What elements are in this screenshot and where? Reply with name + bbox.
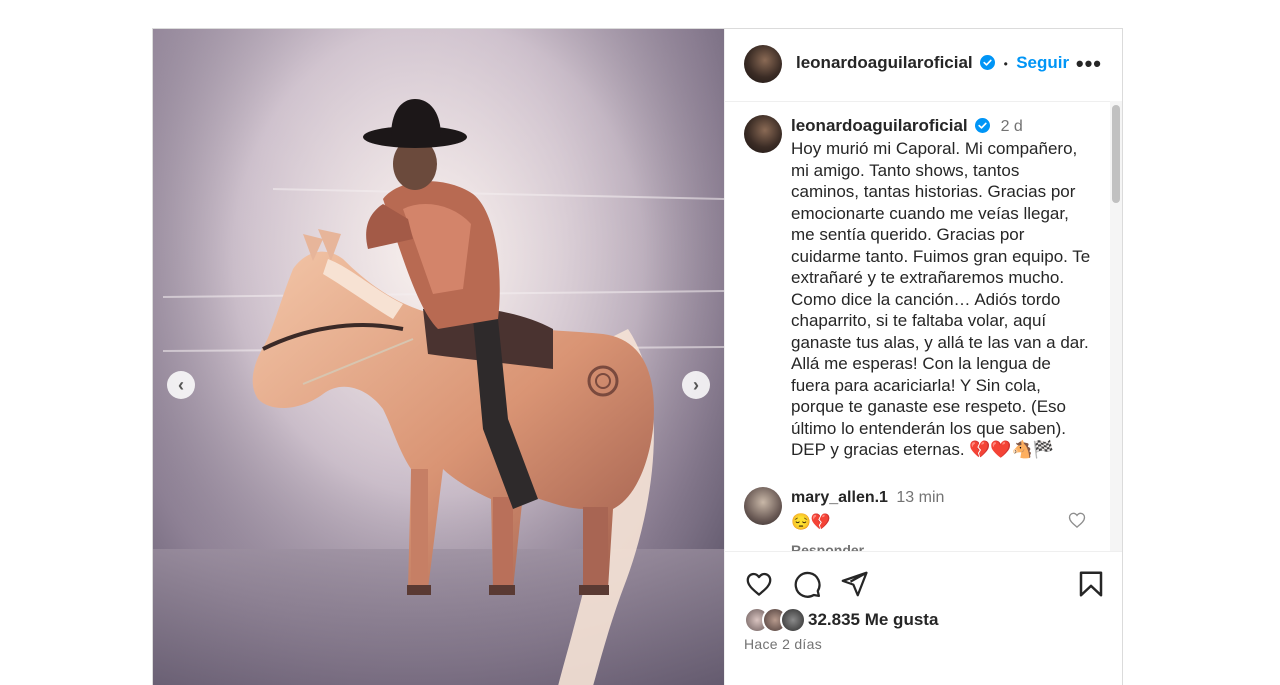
comments-scroll-area[interactable]: leonardoaguilaroficial 2 d Hoy murió mi … xyxy=(725,101,1122,551)
post-photo[interactable]: ‹ › xyxy=(153,29,724,685)
caption-time: 2 d xyxy=(1000,118,1023,135)
likes-count[interactable]: 32.835 Me gusta xyxy=(808,610,938,630)
caption-text: Hoy murió mi Caporal. Mi compañero, mi a… xyxy=(791,139,1091,459)
share-icon[interactable] xyxy=(839,569,869,599)
comment-text: 😔💔 xyxy=(791,514,831,531)
post-header: leonardoaguilaroficial • Seguir ••• xyxy=(725,29,1122,102)
horse-rider-illustration xyxy=(153,29,724,685)
scrollbar-thumb[interactable] xyxy=(1112,105,1120,203)
chevron-left-icon: ‹ xyxy=(178,375,184,395)
post-age: Hace 2 días xyxy=(744,636,823,652)
next-photo-button[interactable]: › xyxy=(682,371,710,399)
verified-icon xyxy=(975,118,991,133)
header-separator: • xyxy=(1003,57,1008,71)
follow-button[interactable]: Seguir xyxy=(1016,53,1069,72)
verified-icon xyxy=(980,55,996,70)
post-side-panel: leonardoaguilaroficial • Seguir ••• leon… xyxy=(724,29,1122,685)
instagram-post: ‹ › leonardoaguilaroficial • Seguir ••• xyxy=(152,28,1123,685)
caption-avatar[interactable] xyxy=(744,115,782,153)
bookmark-icon[interactable] xyxy=(1076,569,1106,599)
previous-photo-button[interactable]: ‹ xyxy=(167,371,195,399)
comment-avatar[interactable] xyxy=(744,487,782,525)
liker-avatar[interactable] xyxy=(780,607,806,633)
comment-like-heart-icon[interactable] xyxy=(1067,510,1087,530)
more-icon[interactable]: ••• xyxy=(1076,51,1102,77)
avatar[interactable] xyxy=(744,45,782,83)
post-actions: 32.835 Me gusta Hace 2 días xyxy=(725,551,1122,685)
heart-icon[interactable] xyxy=(744,569,774,599)
header-username[interactable]: leonardoaguilaroficial xyxy=(796,53,973,72)
chevron-right-icon: › xyxy=(693,375,699,395)
comment-time: 13 min xyxy=(896,489,945,506)
caption-username[interactable]: leonardoaguilaroficial xyxy=(791,116,968,135)
comment-username[interactable]: mary_allen.1 xyxy=(791,489,888,506)
comment-icon[interactable] xyxy=(792,569,822,599)
reply-button[interactable]: Responder xyxy=(791,542,864,551)
